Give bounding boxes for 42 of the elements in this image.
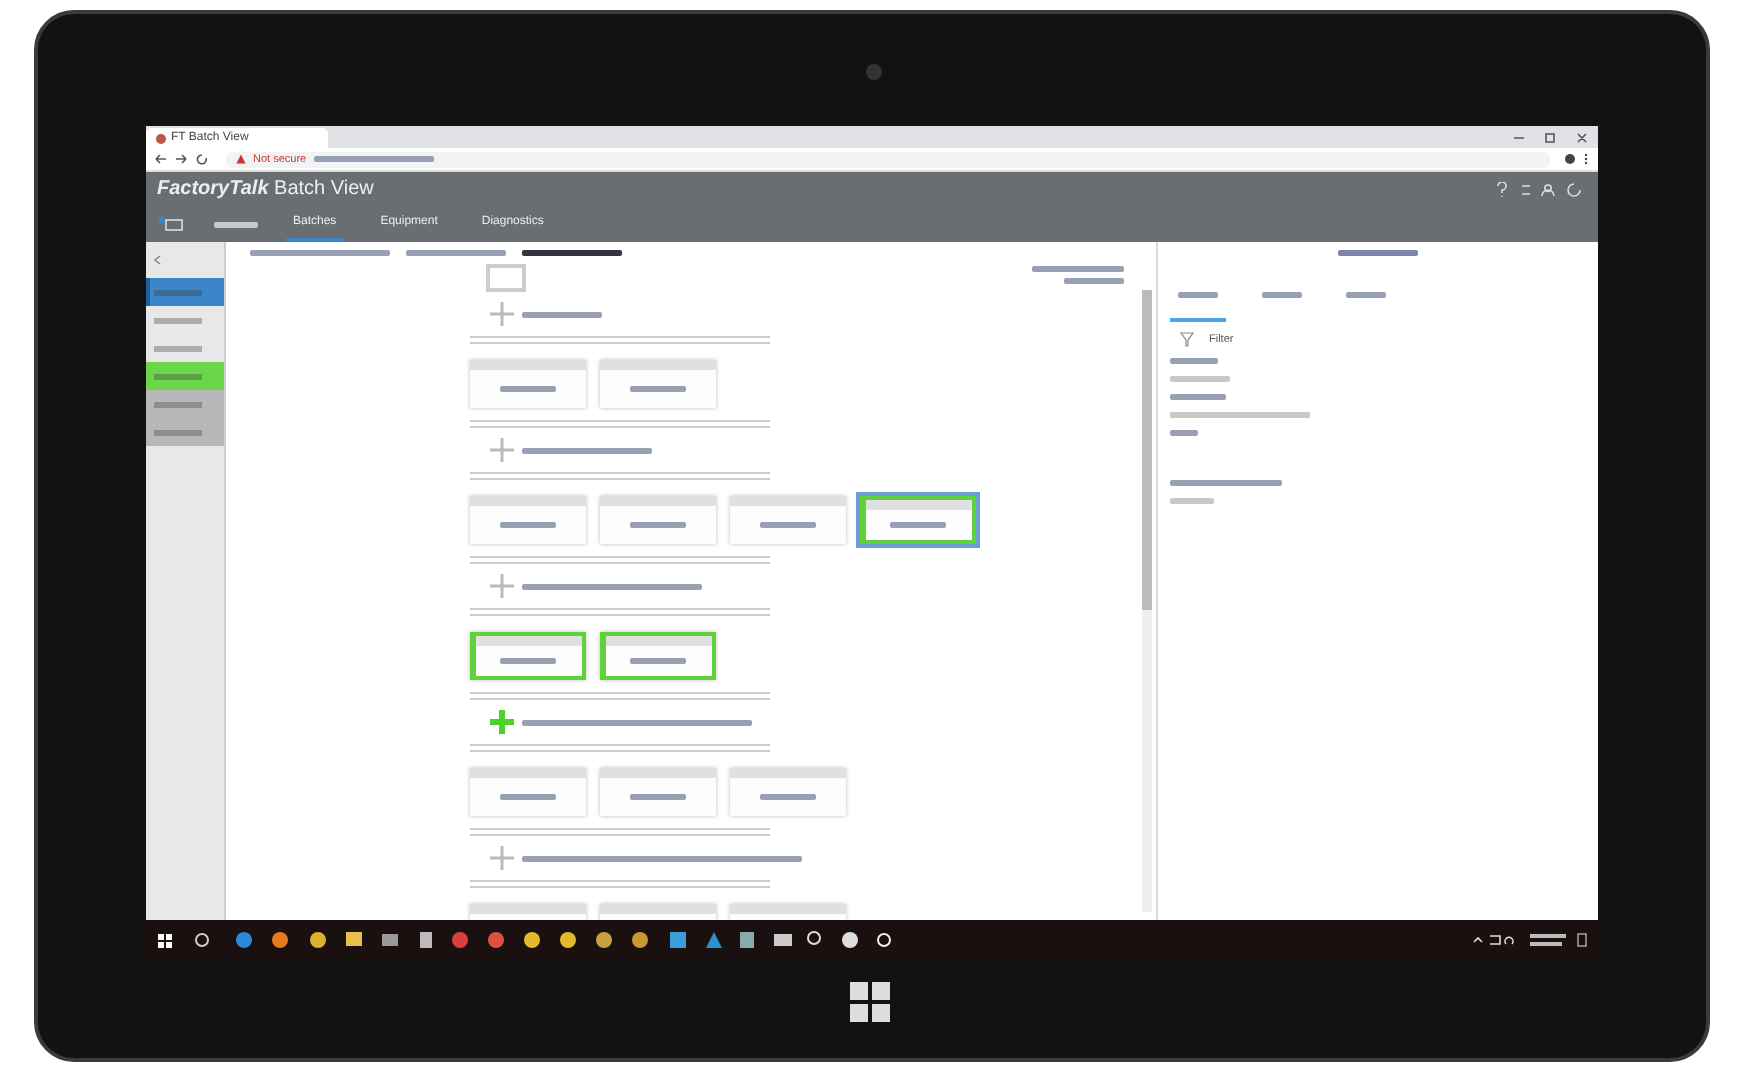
sidebar-item[interactable]: [145, 390, 223, 418]
blurred-operation-label: [1031, 266, 1123, 272]
step-box[interactable]: [859, 496, 975, 544]
blurred-url: [314, 156, 435, 162]
header-icons-drawing[interactable]: [1493, 181, 1585, 197]
step-box[interactable]: [729, 496, 845, 544]
sidebar-item[interactable]: [145, 278, 223, 306]
transition-cross-icon[interactable]: [489, 710, 513, 734]
transition-cross-icon[interactable]: [489, 438, 513, 462]
scrollbar[interactable]: [1141, 290, 1151, 912]
app-title: FactoryTalk Batch View: [157, 178, 374, 200]
collapse-icon[interactable]: [151, 254, 163, 266]
transition-cross-icon[interactable]: [489, 846, 513, 870]
step-box[interactable]: [599, 632, 715, 680]
blurred-nav-label[interactable]: [213, 221, 257, 227]
filter-icon[interactable]: [1179, 332, 1193, 348]
step-box[interactable]: [469, 632, 585, 680]
system-tray-drawing[interactable]: [1469, 928, 1589, 952]
blurred-operation-label: [1063, 278, 1123, 284]
blurred-breadcrumb: [521, 250, 621, 256]
monitor-icon[interactable]: [157, 215, 185, 233]
navigation-arrows-icon[interactable]: [153, 152, 213, 166]
blurred-panel-title: [1337, 250, 1417, 256]
blurred-transition-label: [521, 447, 651, 453]
camera-dot: [865, 64, 881, 80]
blurred-transition-label: [521, 311, 601, 317]
step-box[interactable]: [469, 496, 585, 544]
menu-icon[interactable]: [1561, 152, 1589, 166]
step-box[interactable]: [599, 768, 715, 816]
step-box[interactable]: [729, 768, 845, 816]
transition-cross-icon[interactable]: [489, 574, 513, 598]
window-controls-icon[interactable]: [1509, 132, 1589, 144]
step-box[interactable]: [469, 360, 585, 408]
warning-icon[interactable]: [235, 154, 245, 164]
transition-cross-icon[interactable]: [489, 302, 513, 326]
windows-logo-icon[interactable]: [849, 982, 889, 1022]
initial-step[interactable]: [485, 264, 525, 292]
sidebar-item[interactable]: [145, 418, 223, 446]
sidebar-item[interactable]: [145, 362, 223, 390]
step-box[interactable]: [599, 360, 715, 408]
step-box[interactable]: [599, 496, 715, 544]
step-box[interactable]: [469, 768, 585, 816]
